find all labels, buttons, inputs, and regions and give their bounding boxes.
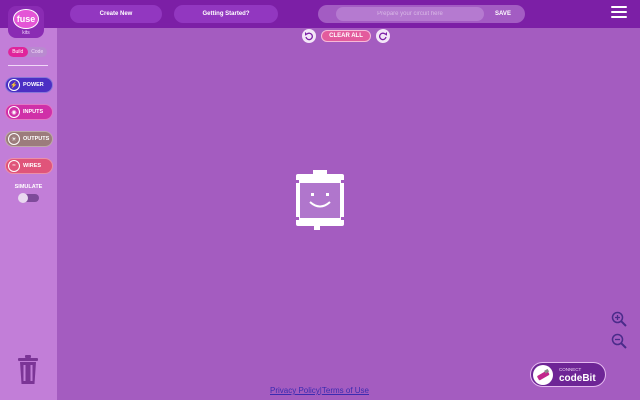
save-button[interactable]: SAVE	[488, 5, 518, 23]
create-new-button[interactable]: Create New	[70, 5, 162, 23]
mode-build[interactable]: Build	[8, 47, 28, 57]
zoom-in-icon[interactable]	[611, 311, 627, 327]
category-inputs-button[interactable]: ◉ INPUTS	[5, 104, 53, 120]
connect-big-label: codeBit	[559, 373, 596, 384]
category-wires-button[interactable]: ≈ WIRES	[5, 158, 53, 174]
category-power-button[interactable]: ⚡ POWER	[5, 77, 53, 93]
redo-icon[interactable]	[376, 29, 390, 43]
category-label: INPUTS	[23, 109, 44, 115]
connect-small-label: CONNECT	[559, 367, 582, 372]
sidebar-divider	[8, 65, 48, 66]
usb-icon	[533, 365, 553, 385]
trash-icon[interactable]	[16, 355, 40, 385]
inputs-icon: ◉	[8, 106, 20, 118]
zoom-out-icon[interactable]	[611, 333, 627, 349]
project-name-bar: SAVE	[318, 5, 525, 23]
hamburger-icon[interactable]	[611, 6, 627, 20]
undo-icon[interactable]	[302, 29, 316, 43]
getting-started-button[interactable]: Getting Started?	[174, 5, 278, 23]
simulate-label: SIMULATE	[14, 184, 43, 190]
wires-icon: ≈	[8, 160, 20, 172]
logo-badge: fuse	[13, 9, 39, 29]
logo-subtext: kits	[22, 30, 30, 36]
category-label: WIRES	[23, 163, 42, 169]
category-label: OUTPUTS	[23, 136, 50, 142]
privacy-policy-link[interactable]: Privacy Policy	[270, 386, 320, 395]
connect-codebit-button[interactable]: CONNECT codeBit	[530, 362, 606, 387]
clear-all-button[interactable]: CLEAR ALL	[321, 30, 371, 42]
canvas-toolbar: CLEAR ALL	[302, 29, 390, 43]
terms-of-use-link[interactable]: Terms of Use	[322, 386, 369, 395]
power-icon: ⚡	[8, 79, 20, 91]
category-label: POWER	[23, 82, 44, 88]
toggle-knob	[18, 193, 28, 203]
footer-links: Privacy Policy|Terms of Use	[270, 386, 369, 395]
codebit-smiley-icon[interactable]	[296, 170, 344, 230]
project-name-input[interactable]	[336, 7, 484, 21]
outputs-icon: ☀	[8, 133, 20, 145]
simulate-toggle[interactable]	[18, 193, 39, 203]
mode-toggle[interactable]: Build Code	[8, 47, 47, 57]
fuse-logo[interactable]: fuse kits	[8, 6, 44, 38]
mode-code[interactable]: Code	[28, 47, 48, 57]
top-bar: Create New Getting Started? SAVE	[0, 0, 640, 28]
sidebar: Build Code ⚡ POWER ◉ INPUTS ☀ OUTPUTS ≈ …	[0, 28, 57, 400]
category-outputs-button[interactable]: ☀ OUTPUTS	[5, 131, 53, 147]
